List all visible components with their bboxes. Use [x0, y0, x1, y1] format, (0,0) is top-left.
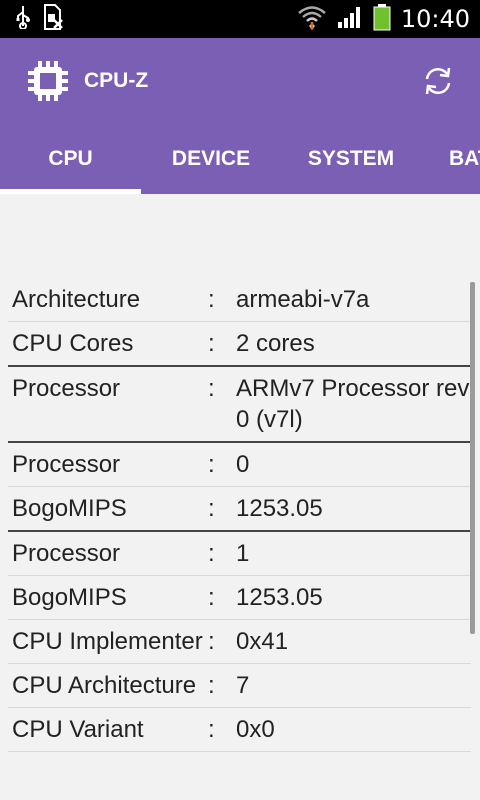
tab-label: SYSTEM — [307, 147, 395, 170]
status-bar: 10:40 — [0, 0, 480, 38]
row-separator: : — [208, 330, 215, 357]
refresh-icon[interactable] — [420, 63, 456, 99]
app-title: CPU-Z — [84, 69, 149, 92]
row-value: armeabi-v7a — [236, 286, 370, 313]
row-value: 0x41 — [236, 628, 289, 655]
usb-icon — [14, 5, 32, 34]
row-value: ARMv7 Processor rev 0 (v7l) — [236, 375, 470, 433]
wifi-icon — [297, 4, 327, 35]
row-label: BogoMIPS — [12, 495, 127, 522]
list-item: CPU Architecture : 7 — [8, 664, 471, 708]
row-value: 0 — [236, 451, 250, 478]
tab-bar: CPU DEVICE SYSTEM BAT — [0, 124, 480, 194]
status-left — [14, 3, 64, 35]
row-label: CPU Cores — [12, 330, 134, 357]
row-value: 2 cores — [236, 330, 315, 357]
row-separator: : — [208, 540, 215, 567]
row-separator: : — [208, 451, 215, 478]
list-item: Processor : 0 — [8, 443, 471, 487]
tab-label: DEVICE — [171, 147, 251, 170]
row-label: Processor — [12, 540, 121, 567]
cpu-chip-icon — [26, 59, 70, 103]
list-item: Architecture : armeabi-v7a — [8, 278, 471, 322]
row-separator: : — [208, 716, 215, 743]
row-value: 1253.05 — [236, 584, 323, 611]
row-label: BogoMIPS — [12, 584, 127, 611]
signal-icon — [337, 5, 363, 34]
tab-cpu[interactable]: CPU — [0, 124, 141, 194]
list-item: BogoMIPS : 1253.05 — [8, 487, 471, 532]
list-item: CPU Variant : 0x0 — [8, 708, 471, 752]
list-item: Processor : ARMv7 Processor rev 0 (v7l) — [8, 367, 471, 443]
scrollbar[interactable] — [470, 282, 475, 634]
no-sim-icon — [42, 3, 64, 35]
row-value: 7 — [236, 672, 250, 699]
row-label: Architecture — [12, 286, 141, 313]
list-item: CPU Implementer : 0x41 — [8, 620, 471, 664]
list-item: CPU Cores : 2 cores — [8, 322, 471, 367]
row-label: Processor — [12, 451, 121, 478]
row-separator: : — [208, 375, 215, 402]
row-label: Processor — [12, 375, 121, 402]
row-separator: : — [208, 286, 215, 313]
row-label: CPU Variant — [12, 716, 144, 743]
tab-device[interactable]: DEVICE — [141, 124, 281, 194]
list-item: BogoMIPS : 1253.05 — [8, 576, 471, 620]
cpu-info-list: Architecture : armeabi-v7a CPU Cores : 2… — [8, 278, 471, 752]
list-item: Processor : 1 — [8, 532, 471, 576]
row-separator: : — [208, 495, 215, 522]
row-value: 0x0 — [236, 716, 275, 743]
row-separator: : — [208, 628, 215, 655]
row-value: 1 — [236, 540, 250, 567]
tab-label: CPU — [48, 147, 93, 170]
cpu-info-panel[interactable]: Architecture : armeabi-v7a CPU Cores : 2… — [0, 194, 480, 800]
row-label: CPU Architecture — [12, 672, 197, 699]
status-right: 10:40 — [297, 3, 470, 36]
row-separator: : — [208, 584, 215, 611]
app-bar: CPU-Z — [0, 38, 480, 124]
row-label: CPU Implementer — [12, 628, 203, 655]
tab-system[interactable]: SYSTEM — [281, 124, 421, 194]
tab-label: BAT — [449, 147, 480, 170]
row-separator: : — [208, 672, 215, 699]
row-value: 1253.05 — [236, 495, 323, 522]
tab-battery[interactable]: BAT — [421, 124, 480, 194]
battery-icon — [373, 3, 391, 36]
clock: 10:40 — [400, 5, 470, 33]
